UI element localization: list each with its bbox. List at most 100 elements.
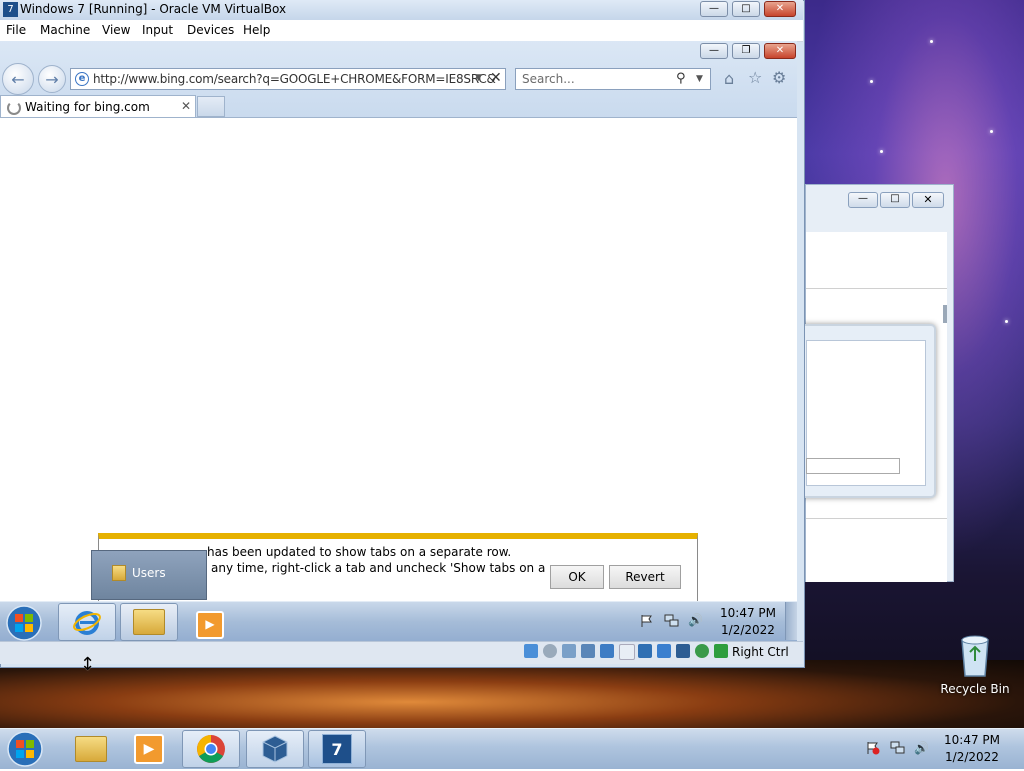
back-arrow-icon: ←	[11, 69, 25, 89]
start-button[interactable]	[6, 730, 44, 768]
address-url: http://www.bing.com/search?q=GOOGLE+CHRO…	[93, 72, 496, 86]
folder-icon	[75, 736, 107, 762]
shared-folders-icon[interactable]	[619, 644, 635, 660]
volume-icon[interactable]: 🔊	[688, 613, 703, 627]
tab-label: Waiting for bing.com	[25, 100, 150, 114]
host-clock[interactable]: 10:47 PM 1/2/2022	[940, 732, 1004, 766]
notification-text-line2: any time, right-click a tab and uncheck …	[211, 561, 546, 575]
window-title: Windows 7 [Running] - Oracle VM VirtualB…	[20, 2, 287, 16]
star	[990, 130, 993, 133]
ok-button[interactable]: OK	[550, 565, 604, 589]
close-button[interactable]: ✕	[912, 192, 944, 208]
guest-taskbar-ie-button[interactable]	[58, 603, 116, 641]
new-tab-button[interactable]	[197, 96, 225, 117]
network-icon[interactable]	[890, 741, 906, 755]
tab-close-icon[interactable]: ✕	[181, 99, 191, 113]
windows7-vm-icon: 7	[322, 734, 352, 764]
menu-devices[interactable]: Devices	[187, 23, 234, 37]
chrome-icon	[197, 735, 225, 763]
taskbar-jump-list: Users	[91, 550, 207, 600]
cpu-icon[interactable]	[676, 644, 690, 658]
tools-gear-icon[interactable]: ⚙	[772, 68, 786, 87]
folder-icon	[112, 565, 126, 581]
menu-machine[interactable]: Machine	[40, 23, 90, 37]
guest-clock-time: 10:47 PM	[720, 606, 776, 620]
forward-button[interactable]: →	[38, 65, 66, 93]
desktop-wallpaper-bottom	[0, 660, 1024, 730]
show-desktop-button[interactable]	[785, 602, 797, 640]
display-icon[interactable]	[638, 644, 652, 658]
maximize-button[interactable]: □	[732, 1, 760, 17]
menu-help[interactable]: Help	[243, 23, 270, 37]
ie-restore-button[interactable]: ❐	[732, 43, 760, 59]
menu-file[interactable]: File	[6, 23, 26, 37]
menu-view[interactable]: View	[102, 23, 130, 37]
back-button[interactable]: ←	[2, 63, 34, 95]
maximize-button[interactable]: □	[880, 192, 910, 208]
taskbar-chrome-button[interactable]	[182, 730, 240, 768]
network-adapter-icon[interactable]	[581, 644, 595, 658]
jumplist-item-users[interactable]: Users	[132, 566, 166, 580]
search-icon[interactable]: ⚲	[676, 71, 686, 86]
hard-disk-icon[interactable]	[524, 644, 538, 658]
virtualbox-icon	[262, 735, 288, 763]
notification-text-line1: has been updated to show tabs on a separ…	[207, 545, 512, 559]
stop-icon[interactable]: ✕	[490, 70, 502, 86]
audio-icon[interactable]	[562, 644, 576, 658]
search-dropdown-icon[interactable]: ▼	[696, 74, 703, 84]
page-content[interactable]	[0, 118, 797, 601]
star	[1005, 320, 1008, 323]
recycle-bin-label[interactable]: Recycle Bin	[930, 682, 1020, 696]
revert-button[interactable]: Revert	[609, 565, 681, 589]
address-dropdown-icon[interactable]: ▼	[475, 73, 482, 83]
scrollbar-thumb[interactable]	[943, 305, 947, 323]
keyboard-capture-icon[interactable]	[714, 644, 728, 658]
ie-close-button[interactable]: ✕	[764, 43, 796, 59]
home-icon[interactable]: ⌂	[724, 69, 734, 88]
virtualbox-title-bar[interactable]: 7 Windows 7 [Running] - Oracle VM Virtua…	[0, 0, 803, 20]
ie-minimize-button[interactable]: —	[700, 43, 728, 59]
taskbar-vm-windows7-button[interactable]: 7	[308, 730, 366, 768]
close-button[interactable]: ✕	[764, 1, 796, 17]
action-center-flag-icon[interactable]	[866, 741, 880, 755]
search-input[interactable]: Search... ⚲ ▼	[515, 68, 711, 90]
guest-clock-date: 1/2/2022	[721, 623, 775, 637]
minimize-button[interactable]: —	[700, 1, 728, 17]
search-placeholder: Search...	[522, 72, 575, 86]
minimize-button[interactable]: —	[848, 192, 878, 208]
mouse-integration-icon[interactable]	[695, 644, 709, 658]
guest-taskbar-media-player-icon[interactable]: ▶	[196, 611, 224, 639]
star	[870, 80, 873, 83]
optical-drive-icon[interactable]	[543, 644, 557, 658]
loading-spinner-icon	[7, 101, 21, 115]
virtualbox-menu-bar: File Machine View Input Devices Help	[0, 20, 803, 42]
network-icon[interactable]	[664, 614, 680, 628]
menu-input[interactable]: Input	[142, 23, 173, 37]
guest-start-button[interactable]	[5, 604, 43, 641]
media-player-icon: ▶	[134, 734, 164, 764]
action-center-flag-icon[interactable]	[640, 614, 654, 628]
guest-screen[interactable]: — ❐ ✕ ← → e http://www.bing.com/search?q…	[0, 41, 797, 641]
guest-taskbar-explorer-button[interactable]	[120, 603, 178, 641]
window-thumbnail-preview[interactable]	[800, 324, 936, 498]
star	[930, 40, 933, 43]
recycle-bin-icon[interactable]	[950, 630, 1000, 680]
divider	[806, 518, 947, 519]
ie-page-icon: e	[75, 72, 89, 86]
forward-arrow-icon: →	[45, 69, 59, 89]
address-bar[interactable]: e http://www.bing.com/search?q=GOOGLE+CH…	[70, 68, 506, 90]
resize-cursor-icon: ↕	[80, 654, 96, 675]
taskbar-virtualbox-button[interactable]	[246, 730, 304, 768]
volume-icon[interactable]: 🔊	[914, 741, 930, 755]
guest-clock[interactable]: 10:47 PM 1/2/2022	[718, 605, 778, 639]
virtualbox-app-icon: 7	[3, 2, 18, 17]
recording-icon[interactable]	[657, 644, 671, 658]
favorites-star-icon[interactable]: ☆	[748, 68, 762, 87]
host-clock-time: 10:47 PM	[944, 733, 1000, 747]
internet-explorer-icon	[73, 611, 101, 635]
tab-bing[interactable]: Waiting for bing.com ✕	[0, 95, 196, 118]
taskbar-media-player-button[interactable]: ▶	[120, 730, 178, 768]
taskbar-explorer-button[interactable]	[62, 730, 120, 768]
usb-icon[interactable]	[600, 644, 614, 658]
star	[880, 150, 883, 153]
